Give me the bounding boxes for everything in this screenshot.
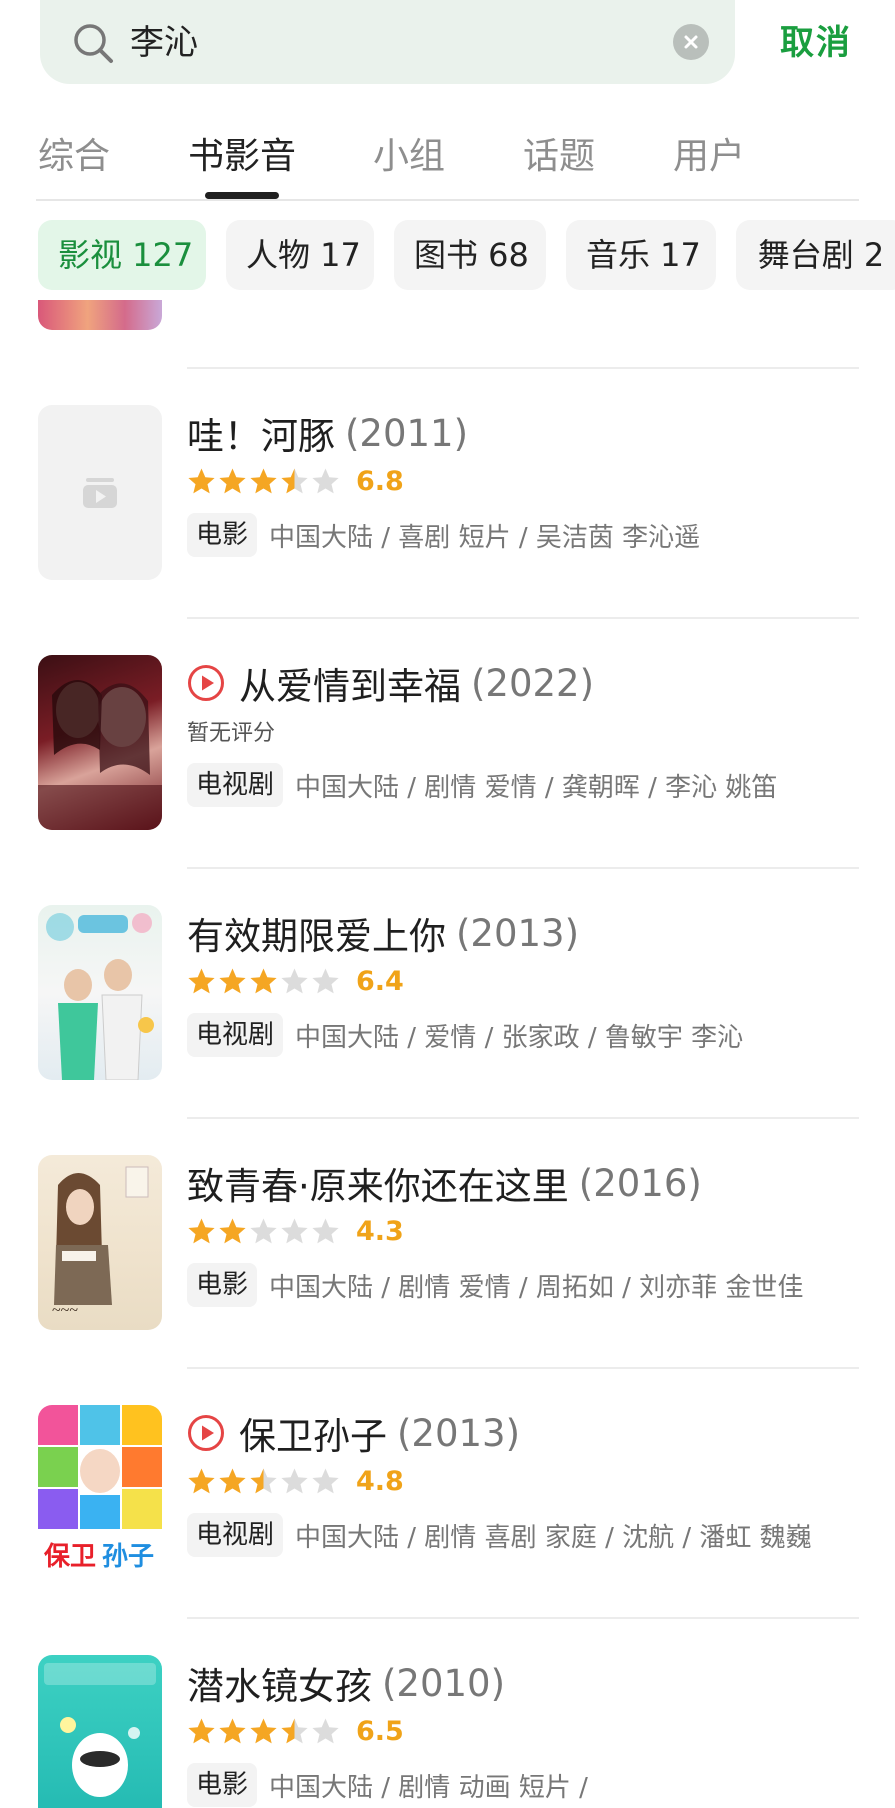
- star-icon: [281, 1218, 308, 1243]
- list-item[interactable]: 哇！河豚 (2011) 6.8 电影 中国大陆 / 喜剧 短片 / 吴洁茵 李沁…: [0, 405, 895, 605]
- poster-image: ~~~: [38, 1155, 162, 1330]
- star-rating: [187, 1217, 342, 1246]
- result-meta: 中国大陆 / 剧情 喜剧 家庭 / 沈航 / 潘虹 魏巍: [295, 1522, 812, 1553]
- divider: [187, 1367, 859, 1369]
- svg-text:~~~: ~~~: [52, 1302, 78, 1319]
- poster-image: 保卫 孙子: [38, 1405, 162, 1580]
- star-icon: [250, 1218, 277, 1243]
- result-year: (2022): [471, 661, 595, 705]
- type-badge: 电影: [187, 1263, 258, 1307]
- type-badge: 电视剧: [187, 1513, 284, 1557]
- star-icon: [219, 468, 246, 493]
- star-icon: [250, 468, 277, 493]
- result-title[interactable]: 从爱情到幸福: [239, 656, 461, 710]
- result-meta: 中国大陆 / 剧情 动画 短片 /: [269, 1772, 588, 1803]
- result-title[interactable]: 致青春·原来你还在这里: [187, 1156, 569, 1210]
- type-badge: 电视剧: [187, 1013, 284, 1057]
- divider: [187, 617, 859, 619]
- rating-score: 4.8: [356, 1465, 404, 1497]
- partial-poster: [38, 300, 162, 330]
- result-year: (2013): [456, 911, 580, 955]
- poster-image: [38, 1655, 162, 1808]
- results-list: 哇！河豚 (2011) 6.8 电影 中国大陆 / 喜剧 短片 / 吴洁茵 李沁…: [0, 0, 895, 1808]
- star-icon: [281, 968, 308, 993]
- poster-image: [38, 905, 162, 1080]
- poster-placeholder: [38, 405, 162, 580]
- type-badge: 电影: [187, 513, 258, 557]
- result-year: (2010): [382, 1661, 506, 1705]
- play-icon[interactable]: [187, 664, 225, 702]
- svg-text:孙子: 孙子: [102, 1542, 154, 1572]
- star-icon: [312, 1218, 339, 1243]
- rating-score: 6.5: [356, 1715, 404, 1747]
- result-meta: 中国大陆 / 爱情 / 张家政 / 鲁敏宇 李沁: [295, 1022, 744, 1053]
- result-title[interactable]: 潜水镜女孩: [187, 1656, 372, 1710]
- star-icon: [250, 1468, 277, 1493]
- star-icon: [188, 468, 215, 493]
- list-item[interactable]: 保卫 孙子 保卫孙子 (2013) 4.8 电视剧 中国大陆 / 剧情 喜剧 家…: [0, 1405, 895, 1605]
- star-rating: [187, 467, 342, 496]
- list-item[interactable]: 潜水镜女孩 (2010) 6.5 电影 中国大陆 / 剧情 动画 短片 /: [0, 1655, 895, 1808]
- star-icon: [281, 1468, 308, 1493]
- star-icon: [219, 1468, 246, 1493]
- divider: [187, 367, 859, 369]
- type-badge: 电影: [187, 1763, 258, 1807]
- star-icon: [250, 968, 277, 993]
- result-title[interactable]: 哇！河豚: [187, 406, 335, 460]
- result-title[interactable]: 有效期限爱上你: [187, 906, 446, 960]
- star-rating: [187, 1467, 342, 1496]
- divider: [187, 1617, 859, 1619]
- star-icon: [219, 1218, 246, 1243]
- star-icon: [188, 1468, 215, 1493]
- star-icon: [219, 1718, 246, 1743]
- search-results-screen: { "search": { "query": "李沁", "cancel_lab…: [0, 0, 895, 1808]
- svg-text:保卫: 保卫: [43, 1542, 96, 1572]
- star-icon: [312, 468, 339, 493]
- poster-image: [38, 655, 162, 830]
- video-placeholder-icon: [83, 477, 117, 508]
- star-icon: [281, 468, 308, 493]
- star-icon: [188, 1718, 215, 1743]
- result-year: (2016): [578, 1161, 702, 1205]
- star-icon: [312, 1718, 339, 1743]
- result-year: (2013): [397, 1411, 521, 1455]
- star-rating: [187, 1717, 342, 1746]
- result-meta: 中国大陆 / 喜剧 短片 / 吴洁茵 李沁遥: [269, 522, 701, 553]
- star-icon: [312, 1468, 339, 1493]
- result-meta: 中国大陆 / 剧情 爱情 / 周拓如 / 刘亦菲 金世佳: [269, 1272, 804, 1303]
- list-item[interactable]: 从爱情到幸福 (2022) 暂无评分 电视剧 中国大陆 / 剧情 爱情 / 龚朝…: [0, 655, 895, 855]
- play-icon[interactable]: [187, 1414, 225, 1452]
- star-icon: [312, 968, 339, 993]
- rating-score: 4.3: [356, 1215, 404, 1247]
- type-badge: 电视剧: [187, 763, 284, 807]
- star-icon: [188, 1218, 215, 1243]
- star-icon: [250, 1718, 277, 1743]
- divider: [187, 1117, 859, 1119]
- star-rating: [187, 967, 342, 996]
- list-item[interactable]: ~~~ 致青春·原来你还在这里 (2016) 4.3 电影 中国大陆 / 剧情 …: [0, 1155, 895, 1355]
- result-title[interactable]: 保卫孙子: [239, 1406, 387, 1460]
- star-icon: [188, 968, 215, 993]
- rating-score: 6.8: [356, 465, 404, 497]
- result-year: (2011): [345, 411, 469, 455]
- star-icon: [281, 1718, 308, 1743]
- star-icon: [219, 968, 246, 993]
- list-item[interactable]: 有效期限爱上你 (2013) 6.4 电视剧 中国大陆 / 爱情 / 张家政 /…: [0, 905, 895, 1105]
- no-rating-label: 暂无评分: [187, 721, 276, 746]
- rating-score: 6.4: [356, 965, 404, 997]
- divider: [187, 867, 859, 869]
- result-meta: 中国大陆 / 剧情 爱情 / 龚朝晖 / 李沁 姚笛: [295, 772, 778, 803]
